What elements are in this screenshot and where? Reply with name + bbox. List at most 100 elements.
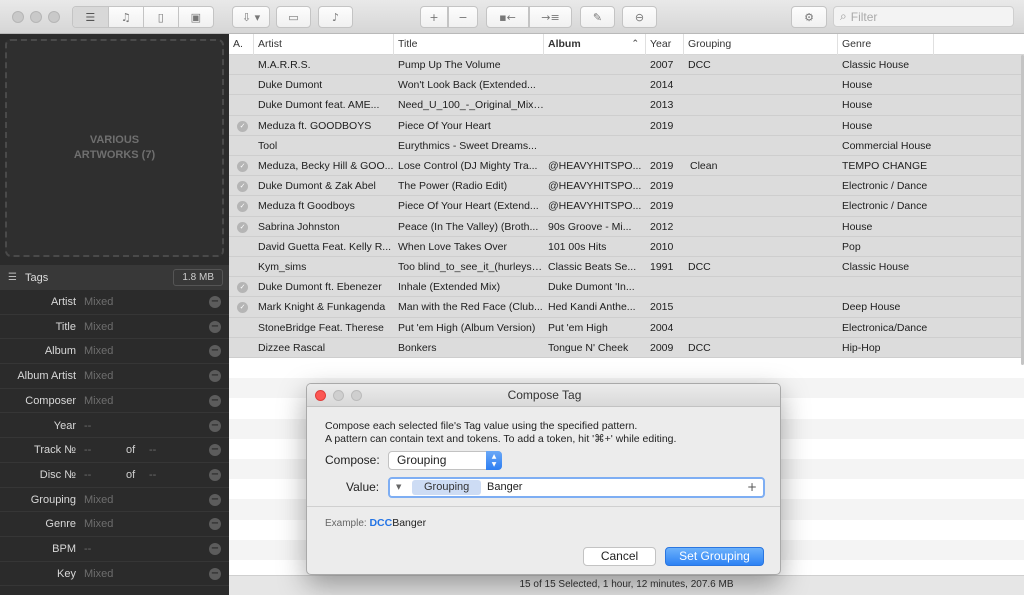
table-row[interactable]: Duke Dumont feat. AME... Need_U_100_-_Ori… — [229, 95, 1024, 116]
cell-year: 2019 — [650, 200, 674, 213]
table-row[interactable]: Dizzee Rascal Bonkers Tongue N' Cheek 2009 D… — [229, 337, 1024, 358]
cancel-button[interactable]: Cancel — [583, 547, 656, 566]
tag-field-value[interactable]: Mixed — [84, 321, 113, 333]
music-notes-icon[interactable]: ♫ — [109, 7, 144, 27]
tag-field-row[interactable]: Key Mixed − — [0, 562, 229, 587]
list-view-icon[interactable]: ☰ — [73, 7, 109, 27]
clear-field-icon[interactable]: − — [209, 370, 221, 383]
clear-field-icon[interactable]: − — [209, 567, 221, 580]
example-token-value: DCC — [369, 517, 393, 529]
table-row[interactable]: ✓ Duke Dumont ft. Ebenezer Inhale (Extende… — [229, 277, 1024, 298]
move-right-icon[interactable]: →≡ — [529, 6, 572, 28]
clear-field-icon[interactable]: − — [209, 468, 221, 481]
clear-field-icon[interactable]: − — [209, 345, 221, 358]
tag-field-total[interactable]: -- — [149, 469, 156, 481]
tag-field-row[interactable]: Genre Mixed − — [0, 512, 229, 537]
compose-field-popup[interactable]: Grouping ▲ ▼ — [388, 451, 502, 470]
token-menu-icon[interactable]: ▼ — [396, 479, 401, 496]
artwork-icon[interactable]: ▣ — [179, 7, 213, 27]
column-header-title[interactable]: Title — [394, 34, 544, 55]
remove-icon[interactable]: − — [448, 6, 478, 28]
table-row[interactable]: Tool Eurythmics - Sweet Dreams... Commerci… — [229, 135, 1024, 156]
window-close-button[interactable] — [12, 11, 24, 23]
clear-field-icon[interactable]: − — [209, 518, 221, 531]
move-left-icon[interactable]: ▪← — [486, 6, 529, 28]
table-row[interactable]: M.A.R.R.S. Pump Up The Volume 2007 DCC Class… — [229, 55, 1024, 76]
tag-field-value[interactable]: -- — [84, 543, 91, 555]
table-row[interactable]: Kym_sims Too blind_to_see_it_(hurleys_...… — [229, 257, 1024, 278]
clear-field-icon[interactable]: − — [209, 296, 221, 308]
column-header-year[interactable]: Year — [646, 34, 684, 55]
table-row[interactable]: David Guetta Feat. Kelly R... When Love T… — [229, 236, 1024, 257]
cell-artist: Meduza, Becky Hill & GOO... — [258, 160, 394, 172]
tag-field-value[interactable]: -- — [84, 420, 91, 432]
tags-header[interactable]: ☰ Tags 1.8 MB — [0, 265, 229, 290]
tag-field-row[interactable]: Title Mixed − — [0, 315, 229, 340]
tag-field-label: BPM — [52, 543, 76, 555]
tag-field-row[interactable]: Track № -- of -- − — [0, 438, 229, 463]
tag-field-row[interactable]: Album Artist Mixed − — [0, 364, 229, 389]
search-input[interactable]: ⌕ Filter — [833, 6, 1014, 27]
tag-field-row[interactable]: Composer Mixed − — [0, 389, 229, 414]
tag-field-row[interactable]: BPM -- − — [0, 537, 229, 562]
tag-field-value[interactable]: Mixed — [84, 345, 113, 357]
table-row[interactable]: ✓ Meduza ft Goodboys Piece Of Your Heart (… — [229, 196, 1024, 217]
cell-title: Pump Up The Volume — [398, 59, 501, 71]
cell-year: 2019 — [650, 180, 674, 193]
cell-genre: Classic House — [842, 261, 910, 273]
add-icon[interactable]: + — [420, 6, 448, 28]
tag-field-row[interactable]: Grouping Mixed − — [0, 488, 229, 513]
column-header-artist[interactable]: Artist — [254, 34, 394, 55]
tag-field-value[interactable]: Mixed — [84, 494, 113, 506]
settings-icon[interactable]: ⚙ — [791, 6, 827, 28]
import-icon[interactable]: ⇩ ▾ — [232, 6, 270, 28]
table-row[interactable]: ✓ Mark Knight & Funkagenda Man with the Re… — [229, 297, 1024, 318]
of-label: of — [126, 444, 136, 457]
clear-field-icon[interactable]: − — [209, 320, 221, 333]
artwork-well[interactable]: VARIOUS ARTWORKS (7) — [5, 39, 224, 257]
table-row[interactable]: ✓ Sabrina Johnston Peace (In The Valley) (… — [229, 216, 1024, 237]
grouping-token[interactable]: Grouping — [412, 480, 482, 495]
tag-field-value[interactable]: Mixed — [84, 296, 113, 308]
table-row[interactable]: ✓ Meduza, Becky Hill & GOO... Lose Control… — [229, 156, 1024, 177]
column-header-grouping[interactable]: Grouping — [684, 34, 838, 55]
table-row[interactable]: ✓ Meduza ft. GOODBOYS Piece Of Your Heart 2… — [229, 115, 1024, 136]
folder-icon[interactable]: ▭ — [276, 6, 311, 28]
tag-field-row[interactable]: Album Mixed − — [0, 339, 229, 365]
cell-genre: Electronica/Dance — [842, 321, 928, 334]
tag-field-row[interactable]: Disc № -- of -- − — [0, 463, 229, 488]
pattern-value-field[interactable]: ▼ Grouping Banger + — [388, 477, 765, 498]
window-minimize-button[interactable] — [30, 11, 42, 23]
tag-field-value[interactable]: Mixed — [84, 395, 113, 407]
add-token-icon[interactable]: + — [747, 479, 757, 496]
tag-field-value[interactable]: Mixed — [84, 370, 113, 382]
cell-genre: Hip-Hop — [842, 341, 881, 354]
tag-field-value[interactable]: Mixed — [84, 568, 113, 580]
tag-field-value[interactable]: -- — [84, 469, 91, 481]
edit-icon[interactable]: ✎ — [580, 6, 615, 28]
table-row[interactable]: Duke Dumont Won't Look Back (Extended... 2… — [229, 75, 1024, 96]
dialog-close-button[interactable] — [315, 390, 326, 401]
column-header-a[interactable]: A. — [229, 34, 254, 55]
window-zoom-button[interactable] — [48, 11, 60, 23]
clear-field-icon[interactable]: − — [209, 543, 221, 555]
clear-icon[interactable]: ⊖ — [622, 6, 657, 28]
table-row[interactable]: StoneBridge Feat. Therese Put 'em High (A… — [229, 317, 1024, 338]
tag-field-row[interactable]: Year -- − — [0, 414, 229, 439]
itunes-icon[interactable]: ♪ — [318, 6, 353, 28]
column-header-album[interactable]: Album ⌃ — [544, 34, 646, 55]
clear-field-icon[interactable]: − — [209, 419, 221, 432]
cell-artist: Dizzee Rascal — [258, 341, 326, 354]
tag-field-value[interactable]: Mixed — [84, 518, 113, 530]
table-row[interactable]: ✓ Duke Dumont & Zak Abel The Power (Radio … — [229, 176, 1024, 197]
column-header-genre[interactable]: Genre — [838, 34, 934, 55]
document-icon[interactable]: ▯ — [144, 7, 179, 27]
clear-field-icon[interactable]: − — [209, 493, 221, 506]
tag-field-row[interactable]: Artist Mixed − — [0, 290, 229, 315]
tag-field-total[interactable]: -- — [149, 444, 156, 456]
cell-title: Won't Look Back (Extended... — [398, 79, 536, 92]
clear-field-icon[interactable]: − — [209, 444, 221, 457]
tag-field-value[interactable]: -- — [84, 444, 91, 456]
set-grouping-button[interactable]: Set Grouping — [665, 547, 764, 566]
clear-field-icon[interactable]: − — [209, 394, 221, 407]
